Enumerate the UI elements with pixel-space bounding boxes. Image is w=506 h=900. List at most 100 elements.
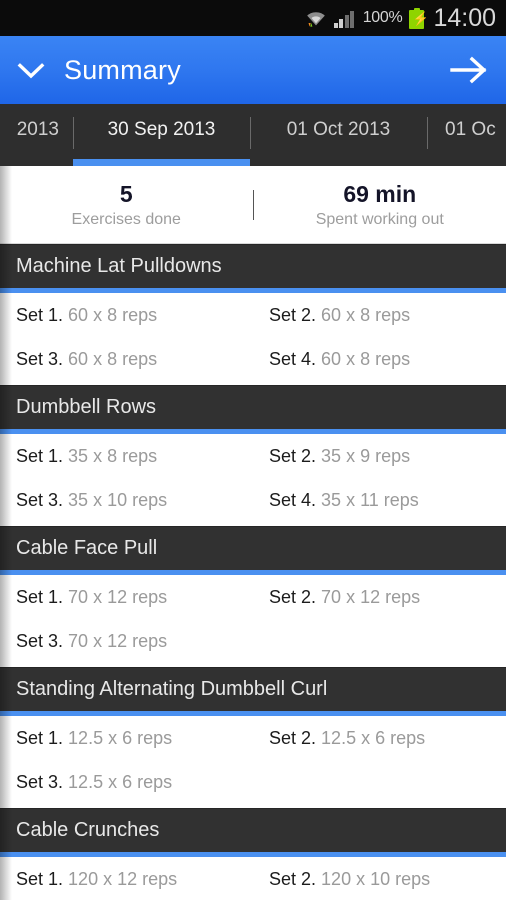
tab-date-2[interactable]: 01 Oct 2013 <box>250 104 427 166</box>
app-bar: Summary <box>0 36 506 104</box>
exercise-section: Cable Crunches Set 1. 120 x 12 reps Set 2.… <box>0 808 506 900</box>
set-label: Set 1. <box>16 304 64 325</box>
exercise-name: Machine Lat Pulldowns <box>16 255 222 277</box>
tab-label: 01 Oct 2013 <box>286 119 391 140</box>
set-detail: 120 x 12 reps <box>68 868 178 889</box>
set-detail: 70 x 12 reps <box>68 630 168 651</box>
set-label: Set 4. <box>269 348 317 369</box>
set-detail: 12.5 x 6 reps <box>68 727 173 748</box>
cellular-signal-icon <box>333 8 356 28</box>
set-entry: Set 2. 12.5 x 6 reps <box>253 728 506 749</box>
exercise-header[interactable]: Machine Lat Pulldowns <box>0 244 506 288</box>
chevron-down-icon[interactable] <box>14 53 48 87</box>
exercise-name: Cable Face Pull <box>16 537 158 559</box>
set-row: Set 3. 70 x 12 reps <box>0 619 506 663</box>
exercise-header[interactable]: Dumbbell Rows <box>0 385 506 429</box>
exercise-section: Machine Lat Pulldowns Set 1. 60 x 8 reps S… <box>0 244 506 385</box>
wifi-icon <box>305 7 327 29</box>
set-detail: 120 x 10 reps <box>321 868 431 889</box>
set-detail: 35 x 8 reps <box>68 445 158 466</box>
set-entry: Set 1. 120 x 12 reps <box>0 869 253 890</box>
tab-label: 2013 <box>16 119 59 140</box>
exercise-list: Machine Lat Pulldowns Set 1. 60 x 8 reps S… <box>0 244 506 900</box>
page-title: Summary <box>64 54 181 85</box>
content-scroll-area[interactable]: 5 Exercises done 69 min Spent working ou… <box>0 166 506 900</box>
set-entry: Set 1. 60 x 8 reps <box>0 305 253 326</box>
set-entry: Set 1. 35 x 8 reps <box>0 446 253 467</box>
set-detail: 70 x 12 reps <box>68 586 168 607</box>
set-detail: 35 x 9 reps <box>321 445 411 466</box>
set-label: Set 3. <box>16 348 64 369</box>
exercise-sets: Set 1. 35 x 8 reps Set 2. 35 x 9 reps Set … <box>0 434 506 526</box>
exercise-section: Standing Alternating Dumbbell Curl Set 1.… <box>0 667 506 808</box>
set-entry: Set 3. 12.5 x 6 reps <box>0 772 253 793</box>
exercise-sets: Set 1. 60 x 8 reps Set 2. 60 x 8 reps Set … <box>0 293 506 385</box>
stat-value: 5 <box>119 180 133 207</box>
exercise-name: Cable Crunches <box>16 819 160 841</box>
set-entry: Set 1. 70 x 12 reps <box>0 587 253 608</box>
clock-label: 14:00 <box>433 3 496 32</box>
set-row: Set 1. 70 x 12 reps Set 2. 70 x 12 reps <box>0 575 506 619</box>
battery-percent-label: 100% <box>362 9 403 26</box>
set-detail: 60 x 8 reps <box>68 348 158 369</box>
set-label: Set 2. <box>269 304 317 325</box>
tab-date-0[interactable]: 2013 <box>0 104 73 166</box>
app-screen: 100% ⚡ 14:00 Summary 2013 30 Sep 2013 01… <box>0 0 506 900</box>
tab-label: 01 Oc <box>445 119 496 140</box>
set-label: Set 1. <box>16 727 64 748</box>
battery-charging-icon: ⚡ <box>409 7 429 29</box>
exercise-name: Dumbbell Rows <box>16 396 157 418</box>
stat-caption: Exercises done <box>71 210 181 228</box>
set-entry: Set 4. 60 x 8 reps <box>253 349 506 370</box>
set-label: Set 2. <box>269 445 317 466</box>
set-row: Set 3. 12.5 x 6 reps <box>0 760 506 804</box>
set-label: Set 3. <box>16 489 64 510</box>
set-label: Set 4. <box>269 489 317 510</box>
set-label: Set 3. <box>16 630 64 651</box>
set-entry: Set 4. 35 x 11 reps <box>253 490 506 511</box>
set-entry: Set 2. 60 x 8 reps <box>253 305 506 326</box>
exercise-sets: Set 1. 70 x 12 reps Set 2. 70 x 12 reps Se… <box>0 575 506 667</box>
set-detail: 60 x 8 reps <box>321 348 411 369</box>
exercise-sets: Set 1. 120 x 12 reps Set 2. 120 x 10 reps <box>0 857 506 900</box>
stat-value: 69 min <box>343 180 417 207</box>
exercise-header[interactable]: Cable Crunches <box>0 808 506 852</box>
set-detail: 60 x 8 reps <box>68 304 158 325</box>
exercise-header[interactable]: Cable Face Pull <box>0 526 506 570</box>
set-label: Set 2. <box>269 586 317 607</box>
exercise-section: Cable Face Pull Set 1. 70 x 12 reps Set 2.… <box>0 526 506 667</box>
exercise-section: Dumbbell Rows Set 1. 35 x 8 reps Set 2. 35… <box>0 385 506 526</box>
status-bar: 100% ⚡ 14:00 <box>0 0 506 36</box>
set-detail: 35 x 10 reps <box>68 489 168 510</box>
arrow-right-icon[interactable] <box>448 53 490 87</box>
stat-time-spent: 69 min Spent working out <box>254 181 506 229</box>
set-label: Set 1. <box>16 586 64 607</box>
exercise-sets: Set 1. 12.5 x 6 reps Set 2. 12.5 x 6 reps… <box>0 716 506 808</box>
summary-stats: 5 Exercises done 69 min Spent working ou… <box>0 166 506 244</box>
set-entry: Set 1. 12.5 x 6 reps <box>0 728 253 749</box>
set-detail: 12.5 x 6 reps <box>68 771 173 792</box>
set-label: Set 1. <box>16 868 64 889</box>
exercise-header[interactable]: Standing Alternating Dumbbell Curl <box>0 667 506 711</box>
tab-date-3[interactable]: 01 Oc <box>427 104 506 166</box>
date-tab-strip[interactable]: 2013 30 Sep 2013 01 Oct 2013 01 Oc <box>0 104 506 166</box>
set-entry: Set 2. 35 x 9 reps <box>253 446 506 467</box>
set-row: Set 1. 12.5 x 6 reps Set 2. 12.5 x 6 reps <box>0 716 506 760</box>
set-entry: Set 2. 120 x 10 reps <box>253 869 506 890</box>
set-row: Set 3. 35 x 10 reps Set 4. 35 x 11 reps <box>0 478 506 522</box>
set-entry: Set 3. 35 x 10 reps <box>0 490 253 511</box>
set-entry: Set 3. 70 x 12 reps <box>0 631 253 652</box>
set-label: Set 2. <box>269 727 317 748</box>
set-row: Set 1. 35 x 8 reps Set 2. 35 x 9 reps <box>0 434 506 478</box>
set-detail: 12.5 x 6 reps <box>321 727 426 748</box>
set-detail: 60 x 8 reps <box>321 304 411 325</box>
set-label: Set 1. <box>16 445 64 466</box>
set-row: Set 3. 60 x 8 reps Set 4. 60 x 8 reps <box>0 337 506 381</box>
tab-date-1[interactable]: 30 Sep 2013 <box>73 104 250 166</box>
set-row: Set 1. 120 x 12 reps Set 2. 120 x 10 reps <box>0 857 506 900</box>
set-row: Set 1. 60 x 8 reps Set 2. 60 x 8 reps <box>0 293 506 337</box>
set-detail: 70 x 12 reps <box>321 586 421 607</box>
set-entry: Set 3. 60 x 8 reps <box>0 349 253 370</box>
set-label: Set 2. <box>269 868 317 889</box>
stat-caption: Spent working out <box>315 210 444 228</box>
